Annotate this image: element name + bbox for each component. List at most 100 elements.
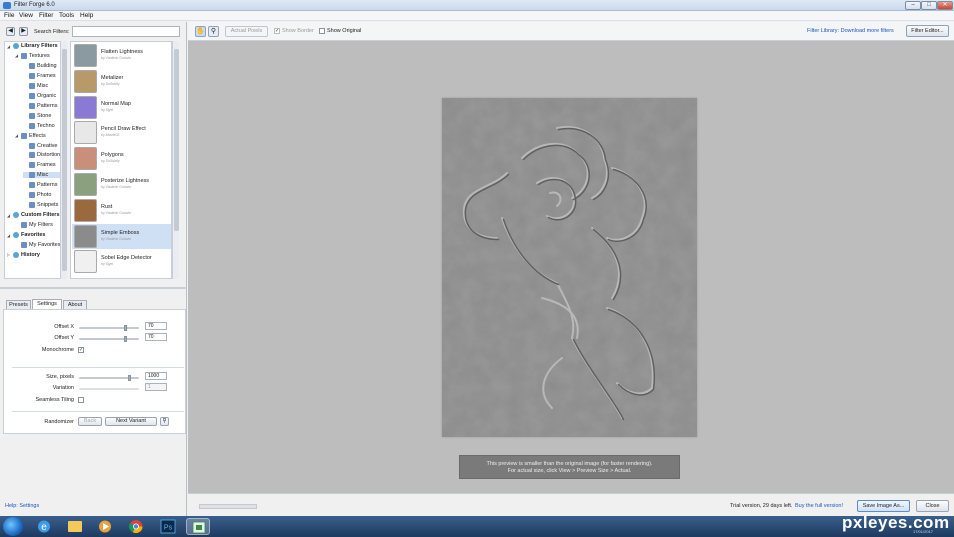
tree-item[interactable]: ◢ Favorites [7, 232, 64, 239]
filter-list-scrollbar[interactable] [172, 41, 179, 279]
collapse-icon[interactable]: ◢ [7, 233, 11, 238]
filter-library-link[interactable]: Filter Library: Download more filters [807, 28, 894, 34]
svg-text:e: e [41, 522, 47, 533]
offset-y-input[interactable]: 70 [145, 333, 167, 341]
tree-item-label: Patterns [37, 102, 58, 109]
forward-button[interactable]: ▶ [19, 27, 28, 36]
help-link[interactable]: Help: Settings [5, 503, 39, 509]
next-variant-button[interactable]: Next Variant [105, 417, 157, 426]
randomizer-back-button[interactable]: Back [78, 417, 102, 426]
hand-tool-icon[interactable]: ✋ [195, 26, 206, 37]
tree-item[interactable]: Misc [23, 172, 64, 179]
close-button[interactable]: Close [916, 500, 949, 512]
filter-forge-taskbar-icon[interactable] [186, 518, 210, 535]
show-border-label: Show Border [282, 28, 314, 34]
menu-help[interactable]: Help [80, 12, 93, 19]
tree-item[interactable]: ◢ Effects [15, 132, 64, 139]
filter-name: Rust [101, 203, 113, 210]
size-input[interactable]: 1000 [145, 372, 167, 380]
tree-scroll-thumb[interactable] [62, 49, 67, 271]
window-close-button[interactable]: ✕ [937, 1, 953, 10]
filter-editor-button[interactable]: Filter Editor... [906, 25, 949, 37]
offset-y-knob[interactable] [123, 336, 127, 342]
offset-x-knob[interactable] [123, 325, 127, 331]
tree-item[interactable]: Snippets [23, 202, 64, 209]
zoom-tool-icon[interactable]: ⚲ [208, 26, 219, 37]
show-border-checkbox[interactable]: ✓ [274, 28, 280, 34]
tree-scrollbar[interactable] [60, 41, 67, 279]
ie-taskbar-icon[interactable]: e [32, 518, 56, 535]
variation-input[interactable]: 1 [145, 383, 167, 391]
filter-thumbnail [74, 250, 97, 274]
variation-slider[interactable] [79, 388, 139, 390]
preview-image[interactable] [442, 98, 697, 437]
category-tree[interactable]: ◢ Library Filters ◢ Textures Building Frames M… [4, 41, 67, 279]
tree-item[interactable]: Distortions [23, 152, 64, 159]
filter-list-item[interactable]: Polygons by SoSubtly [72, 146, 171, 171]
filter-list-item[interactable]: Sobel Edge Detector by Sjyel [72, 249, 171, 274]
tree-item[interactable]: Organic [23, 92, 64, 99]
minimize-button[interactable]: – [905, 1, 921, 10]
filter-list-item[interactable]: Rust by Vladimir Golovin [72, 198, 171, 223]
tree-item[interactable]: Creative [23, 142, 64, 149]
tree-item[interactable]: Frames [23, 72, 64, 79]
seamless-tiling-checkbox[interactable] [78, 397, 84, 403]
menu-view[interactable]: View [19, 12, 33, 19]
tree-item[interactable]: ▷ History [7, 251, 64, 258]
monochrome-checkbox[interactable]: ✓ [78, 347, 84, 353]
size-slider[interactable] [79, 375, 139, 381]
save-image-button[interactable]: Save Image As... [857, 500, 910, 512]
expand-icon[interactable]: ▷ [7, 252, 11, 257]
filter-list-item[interactable]: Posterize Lightness by Vladimir Golovin [72, 172, 171, 197]
photoshop-taskbar-icon[interactable]: Ps [156, 518, 180, 535]
filter-list-item[interactable]: Metalizer by SoSubtly [72, 69, 171, 94]
tree-item[interactable]: My Filters [15, 222, 64, 229]
tree-item[interactable]: Building [23, 62, 64, 69]
tree-item[interactable]: Techno [23, 122, 64, 129]
maximize-button[interactable]: □ [921, 1, 937, 10]
collapse-icon[interactable]: ◢ [7, 44, 11, 49]
tree-item[interactable]: Misc [23, 82, 64, 89]
tree-item[interactable]: Stone [23, 112, 64, 119]
media-player-taskbar-icon[interactable] [93, 518, 117, 535]
collapse-icon[interactable]: ◢ [7, 213, 11, 218]
tree-item[interactable]: Patterns [23, 182, 64, 189]
actual-pixels-button[interactable]: Actual Pixels [225, 26, 268, 37]
tree-item[interactable]: Frames [23, 162, 64, 169]
svg-text:Ps: Ps [164, 525, 173, 532]
offset-x-slider[interactable] [79, 325, 139, 331]
collapse-icon[interactable]: ◢ [15, 133, 19, 138]
filter-list-item[interactable]: Pencil Draw Effect by Mizzle02 [72, 120, 171, 145]
tab-presets[interactable]: Presets [6, 300, 31, 309]
filter-list-item[interactable]: Simple Emboss by Vladimir Golovin [72, 223, 171, 249]
tree-item[interactable]: Patterns [23, 102, 64, 109]
search-input[interactable] [72, 26, 180, 37]
size-knob[interactable] [128, 375, 132, 381]
randomizer-search-icon[interactable]: ⚲ [160, 417, 169, 426]
menu-file[interactable]: File [4, 12, 14, 19]
explorer-taskbar-icon[interactable] [63, 518, 87, 535]
tree-item[interactable]: My Favorites [15, 242, 64, 248]
menu-filter[interactable]: Filter [39, 12, 53, 19]
show-original-checkbox[interactable] [319, 28, 325, 34]
panel-divider[interactable] [0, 287, 187, 289]
tab-about[interactable]: About [63, 300, 87, 309]
tree-item[interactable]: ◢ Library Filters [7, 43, 64, 49]
filter-list[interactable]: Flatten Lightness by Vladimir Golovin Meta… [70, 41, 172, 279]
back-button[interactable]: ◀ [6, 27, 15, 36]
menu-tools[interactable]: Tools [59, 12, 74, 19]
chrome-taskbar-icon[interactable] [124, 518, 148, 535]
buy-full-version-link[interactable]: Buy the full version! [795, 503, 843, 509]
start-button[interactable] [3, 517, 23, 536]
collapse-icon[interactable]: ◢ [15, 53, 19, 58]
tree-item[interactable]: ◢ Textures [15, 52, 64, 59]
tree-item[interactable]: ◢ Custom Filters [7, 212, 64, 219]
offset-y-slider[interactable] [79, 336, 139, 342]
preview-notice: This preview is smaller than the origina… [459, 455, 680, 479]
offset-x-input[interactable]: 70 [145, 322, 167, 330]
list-scroll-thumb[interactable] [174, 49, 179, 231]
filter-list-item[interactable]: Flatten Lightness by Vladimir Golovin [72, 43, 171, 68]
tree-item[interactable]: Photo [23, 192, 64, 199]
filter-list-item[interactable]: Normal Map by Sjyel [72, 95, 171, 120]
folder-icon [29, 62, 35, 69]
